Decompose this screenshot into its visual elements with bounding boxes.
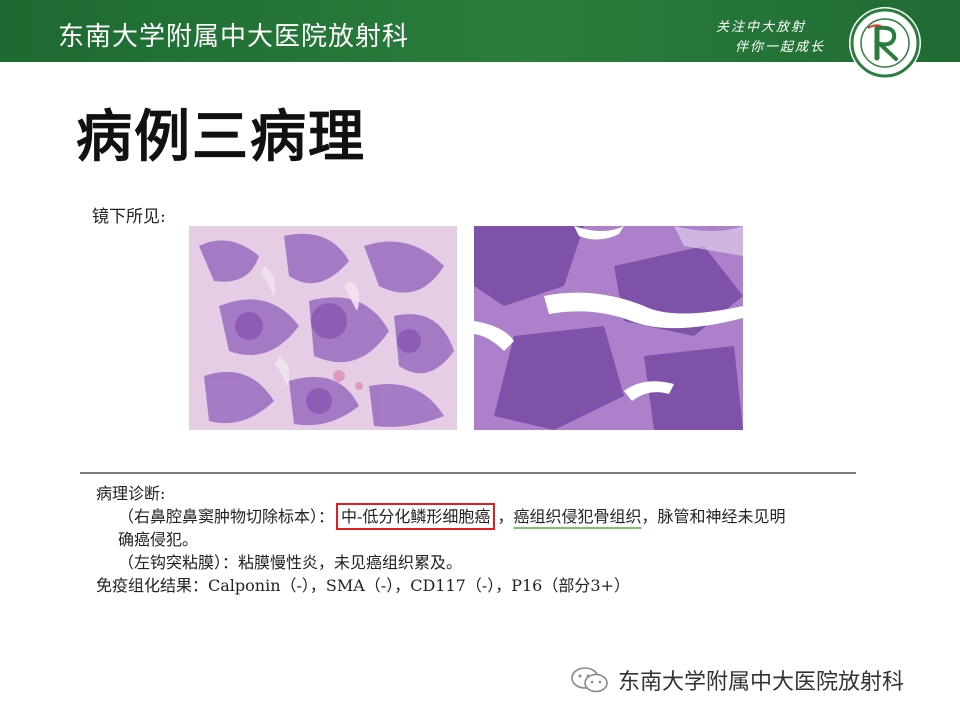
hospital-radiology-logo-icon — [849, 7, 921, 79]
immunohistochemistry-results: 免疫组化结果：Calponin（-），SMA（-），CD117（-），P16（部… — [96, 576, 630, 595]
header-title: 东南大学附属中大医院放射科 — [58, 22, 410, 52]
microscopy-label: 镜下所见: — [92, 207, 166, 227]
page-title: 病例三病理 — [76, 105, 366, 170]
histology-image-low-power — [189, 226, 457, 430]
diagnosis-highlight: 中-低分化鳞形细胞癌 — [336, 503, 496, 530]
report-line-1: （右鼻腔鼻窦肿物切除标本）： 中-低分化鳞形细胞癌 ，癌组织侵犯骨组织，脉管和神经未… — [96, 503, 886, 530]
wechat-icon — [571, 667, 608, 693]
slogan-line-1: 关注中大放射 — [716, 20, 807, 35]
comma: ， — [497, 507, 514, 526]
watermark: 东南大学附属中大医院放射科 — [570, 664, 904, 696]
watermark-text: 东南大学附属中大医院放射科 — [618, 670, 905, 695]
header-bar: 东南大学附属中大医院放射科 关注中大放射 伴你一起成长 — [0, 0, 960, 62]
specimen-label-right: （右鼻腔鼻窦肿物切除标本）： — [118, 507, 335, 526]
report-line-3: （左钩突粘膜）：粘膜慢性炎，未见癌组织累及。 — [118, 553, 463, 572]
report-heading: 病理诊断: — [96, 484, 166, 503]
slogan-line-2: 伴你一起成长 — [735, 40, 826, 55]
pathology-report: 病理诊断: （右鼻腔鼻窦肿物切除标本）： 中-低分化鳞形细胞癌 ，癌组织侵犯骨组织，… — [96, 482, 886, 597]
histology-image-high-power — [474, 226, 743, 430]
report-line-1-suffix: ，脉管和神经未见明 — [641, 507, 786, 526]
bone-invasion-finding: 癌组织侵犯骨组织 — [513, 507, 642, 526]
report-line-2: 确癌侵犯。 — [118, 530, 199, 549]
section-divider — [80, 472, 856, 474]
